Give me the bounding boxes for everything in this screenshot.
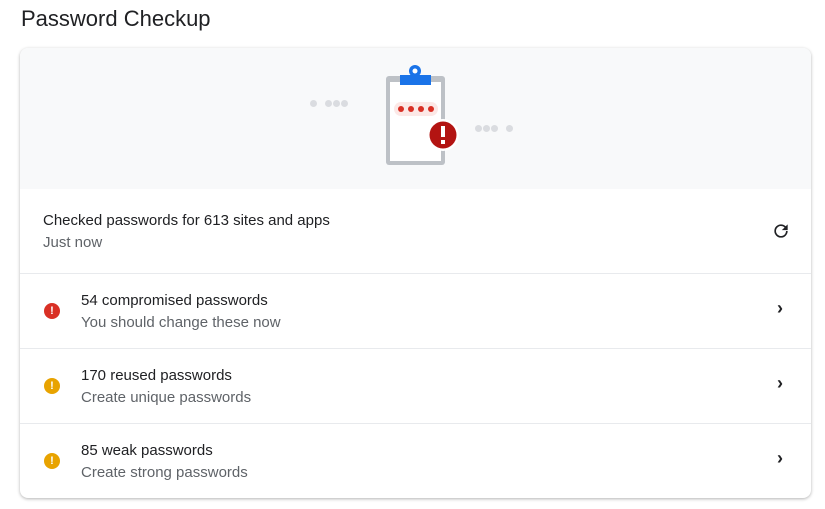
clipboard-illustration xyxy=(20,48,811,189)
warning-icon: ! xyxy=(44,453,60,469)
page-title: Password Checkup xyxy=(21,6,211,32)
item-subtitle: You should change these now xyxy=(81,314,281,331)
reused-passwords-row[interactable]: ! 170 reused passwords Create unique pas… xyxy=(20,348,811,423)
last-checked: Just now xyxy=(43,234,330,251)
check-summary: Checked passwords for 613 sites and apps xyxy=(43,212,330,229)
refresh-icon[interactable] xyxy=(771,221,791,241)
chevron-right-icon: › xyxy=(777,298,783,319)
compromised-passwords-row[interactable]: ! 54 compromised passwords You should ch… xyxy=(20,273,811,348)
item-title: 54 compromised passwords xyxy=(81,292,281,309)
error-icon: ! xyxy=(44,303,60,319)
item-title: 170 reused passwords xyxy=(81,367,251,384)
item-title: 85 weak passwords xyxy=(81,442,248,459)
clipboard-icon xyxy=(380,63,480,168)
item-subtitle: Create unique passwords xyxy=(81,389,251,406)
chevron-right-icon: › xyxy=(777,373,783,394)
check-summary-row: Checked passwords for 613 sites and apps… xyxy=(20,189,811,273)
password-checkup-card: Checked passwords for 613 sites and apps… xyxy=(20,48,811,498)
weak-passwords-row[interactable]: ! 85 weak passwords Create strong passwo… xyxy=(20,423,811,498)
item-subtitle: Create strong passwords xyxy=(81,464,248,481)
warning-icon: ! xyxy=(44,378,60,394)
chevron-right-icon: › xyxy=(777,448,783,469)
